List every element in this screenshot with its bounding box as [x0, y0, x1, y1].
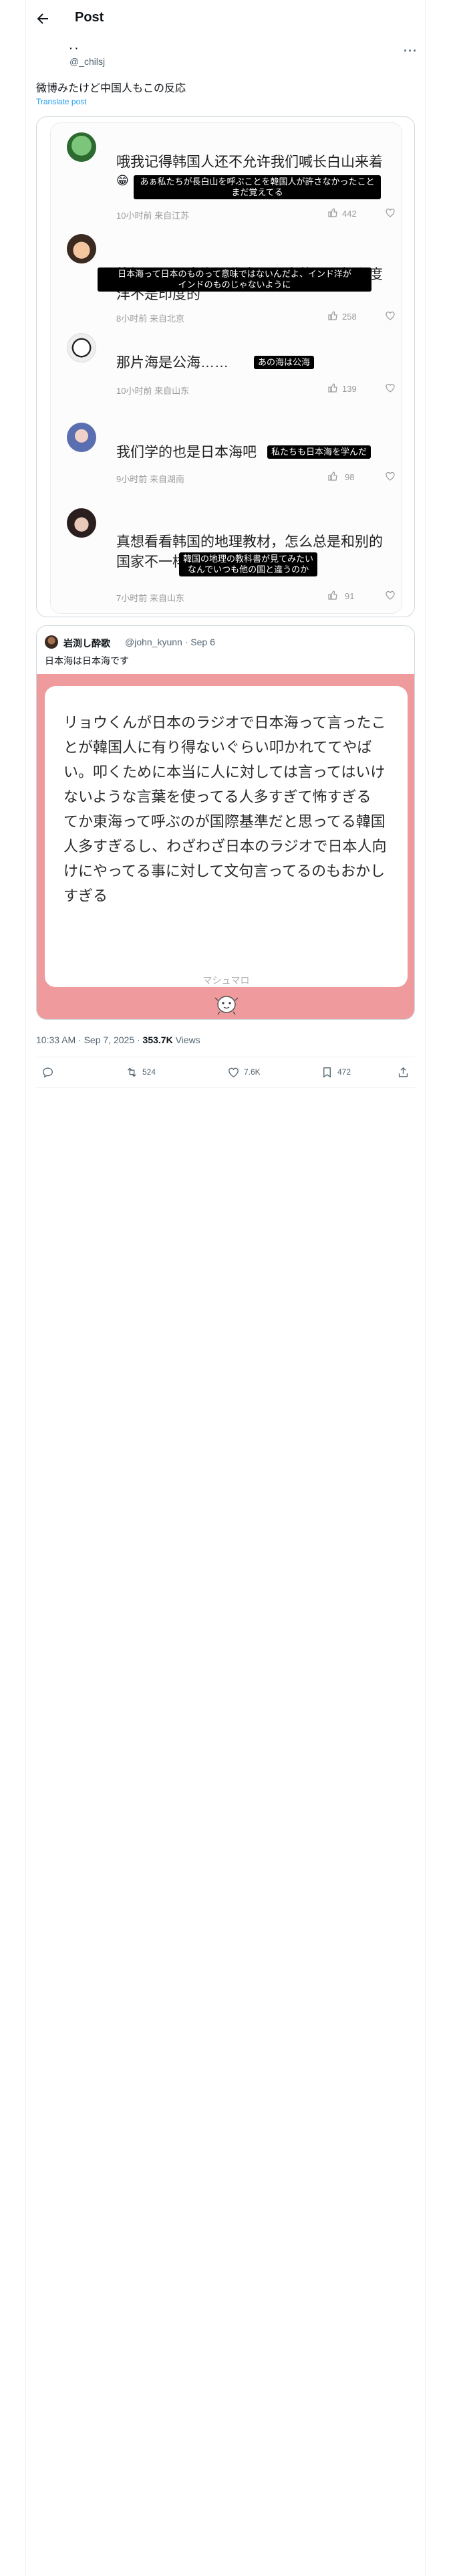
like-button[interactable]: 7.6K	[227, 1065, 261, 1079]
comment-text: 哦我记得韩国人还不允许我们喊长白山来着	[116, 154, 383, 170]
avatar	[67, 333, 96, 362]
comment-likes: 98	[345, 472, 355, 482]
comment-likes: 91	[345, 591, 355, 601]
action-bar: 524 7.6K 472	[36, 1057, 415, 1087]
like-count: 7.6K	[244, 1067, 261, 1077]
top-bar: Post	[0, 0, 451, 37]
avatar	[67, 132, 96, 162]
comment-meta: 8小时前 来自北京	[116, 314, 184, 324]
marshmallow-signature: マシュマロ	[202, 975, 250, 986]
comment-likes: 139	[342, 384, 357, 394]
quoted-media[interactable]: リョウくんが日本のラジオで日本海って言ったことが韓国人に有り得ないぐらい叩かれて…	[37, 674, 414, 1019]
marshmallow-card: リョウくんが日本のラジオで日本海って言ったことが韓国人に有り得ないぐらい叩かれて…	[45, 686, 408, 987]
page-title: Post	[75, 10, 104, 25]
bookmark-icon	[323, 1067, 331, 1077]
comment-likes: 442	[342, 209, 357, 219]
reply-icon	[43, 1067, 53, 1078]
comment-meta: 10小时前 来自山东	[116, 386, 190, 396]
heart-icon[interactable]	[385, 383, 396, 393]
heart-icon[interactable]	[385, 471, 396, 481]
thumbs-up-icon[interactable]	[327, 590, 338, 601]
subtitle: あぁ私たちが長白山を呼ぶことを韓国人が許さなかったこと まだ覚えてる	[134, 175, 381, 199]
comment-meta: 9小时前 来自湖南	[116, 474, 184, 484]
post-text: 微博みたけど中国人もこの反応	[36, 83, 186, 94]
heart-icon[interactable]	[385, 310, 396, 321]
avatar[interactable]	[45, 635, 58, 649]
author-name[interactable]: · ·	[69, 43, 78, 51]
bookmark-button[interactable]: 472	[321, 1065, 351, 1079]
marshmallow-text: リョウくんが日本のラジオで日本海って言ったことが韓国人に有り得ないぐらい叩かれて…	[63, 714, 387, 904]
back-arrow-icon[interactable]	[35, 11, 51, 27]
thumbs-up-icon[interactable]	[327, 471, 338, 481]
thumbs-up-icon[interactable]	[327, 310, 338, 321]
more-options-icon[interactable]: ···	[404, 44, 418, 58]
subtitle: 日本海って日本のものって意味ではないんだよ、インド洋が インドのものじゃないよう…	[98, 267, 371, 292]
weibo-comments-panel: 哦我记得韩国人还不允许我们喊长白山来着 😁 あぁ私たちが長白山を呼ぶことを韓国人…	[50, 122, 402, 614]
repost-count: 524	[142, 1067, 156, 1077]
subtitle: 私たちも日本海を学んだ	[267, 445, 371, 459]
post-image[interactable]: 哦我记得韩国人还不允许我们喊长白山来着 😁 あぁ私たちが長白山を呼ぶことを韓国人…	[36, 116, 415, 617]
comment-meta: 10小时前 来自江苏	[116, 211, 190, 221]
thumbs-up-icon[interactable]	[327, 383, 338, 393]
repost-button[interactable]: 524	[126, 1065, 156, 1079]
views-count: 353.7K	[142, 1035, 173, 1045]
thumbs-up-icon[interactable]	[327, 207, 338, 218]
share-icon	[398, 1067, 408, 1077]
quoted-author-handle: @john_kyunn · Sep 6	[125, 637, 215, 647]
grin-emoji: 😁	[116, 174, 129, 187]
divider	[36, 1087, 415, 1088]
avatar	[67, 423, 96, 452]
repost-icon	[128, 1067, 136, 1077]
subtitle: あの海は公海	[254, 356, 315, 369]
avatar	[67, 508, 96, 538]
comment-likes: 258	[342, 312, 357, 322]
quoted-post-text: 日本海は日本海です	[45, 655, 129, 666]
quoted-post[interactable]: 岩渕し酔歌 @john_kyunn · Sep 6 日本海は日本海です リョウく…	[36, 625, 415, 1020]
post-timestamp: 10:33 AM · Sep 7, 2025 · 353.7K Views	[36, 1035, 200, 1045]
heart-icon	[229, 1067, 239, 1077]
avatar	[67, 234, 96, 263]
quoted-author-name: 岩渕し酔歌	[63, 638, 110, 649]
reply-button[interactable]	[41, 1065, 54, 1079]
subtitle: 韓国の地理の教科書が見てみたい なんでいつも他の国と違うのか	[179, 552, 318, 576]
author-handle[interactable]: @_chilsj	[69, 56, 105, 67]
translate-post-link[interactable]: Translate post	[36, 97, 87, 106]
bookmark-count: 472	[337, 1067, 351, 1077]
share-button[interactable]	[397, 1065, 410, 1079]
comment-text: 那片海是公海……	[116, 355, 229, 370]
comment-meta: 7小时前 来自山东	[116, 593, 184, 603]
marshmallow-mascot-icon	[214, 996, 239, 1015]
heart-icon[interactable]	[385, 590, 396, 601]
heart-icon[interactable]	[385, 207, 396, 218]
